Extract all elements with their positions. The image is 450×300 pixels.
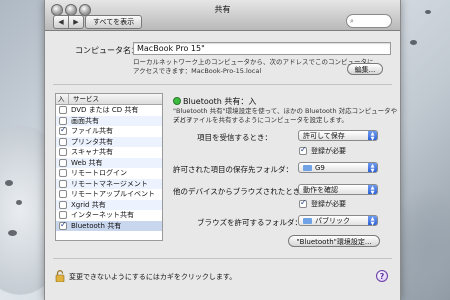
service-checkbox[interactable] — [59, 190, 67, 199]
list-item[interactable]: Bluetooth 共有 — [56, 220, 162, 231]
service-label: Bluetooth 共有 — [71, 221, 122, 230]
service-label: DVD または CD 共有 — [71, 106, 139, 115]
list-item[interactable]: リモートマネージメント — [56, 178, 162, 189]
help-icon[interactable]: ? — [376, 270, 388, 282]
folder-icon — [303, 165, 312, 171]
services-list-header: 入 サービス — [56, 94, 162, 105]
wallpaper-spot — [5, 180, 13, 186]
checkbox-checked-icon — [299, 198, 307, 208]
service-checkbox[interactable] — [59, 211, 67, 220]
list-item[interactable]: 画面共有 — [56, 115, 162, 126]
computer-name-field[interactable]: MacBook Pro 15" — [133, 42, 391, 55]
service-label: Web 共有 — [71, 158, 103, 167]
service-label: Xgrid 共有 — [71, 200, 106, 209]
search-icon: ⌕ — [350, 17, 354, 25]
service-checkbox[interactable] — [59, 125, 67, 136]
computer-name-label: コンピュータ名： — [75, 46, 139, 55]
save-folder-value: G9 — [315, 164, 325, 172]
divider — [53, 258, 392, 259]
window-title: 共有 — [214, 5, 231, 14]
service-checkbox[interactable] — [59, 106, 67, 115]
computer-address-line2: アクセスできます：MacBook-Pro-15.local — [133, 67, 262, 75]
bluetooth-preferences-button[interactable]: "Bluetooth"環境設定... — [288, 235, 380, 247]
service-checkbox[interactable] — [59, 158, 67, 167]
header-service[interactable]: サービス — [69, 94, 99, 104]
service-label: プリンタ共有 — [71, 137, 113, 146]
wallpaper-spot — [425, 10, 431, 14]
status-indicator-icon — [173, 97, 181, 105]
browse-folder-label: ブラウズを許可するフォルダ： — [197, 218, 302, 227]
browse-label: 他のデバイスからブラウズされたとき： — [173, 187, 308, 196]
list-item[interactable]: プリンタ共有 — [56, 136, 162, 147]
lock-message: 変更できないようにするにはカギをクリックします。 — [69, 273, 237, 281]
header-on[interactable]: 入 — [56, 94, 69, 104]
service-checkbox[interactable] — [59, 169, 67, 178]
service-label: リモートアップルイベント — [71, 190, 155, 199]
list-item[interactable]: スキャナ共有 — [56, 147, 162, 158]
service-label: リモートログイン — [71, 169, 127, 178]
save-folder-popup[interactable]: G9 ▲ ▼ — [298, 162, 378, 174]
lock-icon[interactable] — [55, 270, 65, 282]
service-checkbox[interactable] — [59, 116, 67, 125]
service-label: インターネット共有 — [71, 211, 134, 220]
list-item[interactable]: リモートアップルイベント — [56, 189, 162, 200]
service-checkbox[interactable] — [59, 200, 67, 209]
browse-popup-value: 動作を確認 — [303, 186, 338, 194]
edit-button[interactable]: 編集... — [347, 63, 383, 75]
list-item[interactable]: DVD または CD 共有 — [56, 105, 162, 116]
service-label: リモートマネージメント — [71, 179, 148, 188]
nav-buttons: ◀ ▶ — [53, 15, 84, 29]
bluetooth-desc-line2: スとファイルを共有するようにコンピュータを設定します。 — [173, 116, 348, 124]
service-checkbox[interactable] — [59, 137, 67, 146]
divider — [53, 84, 392, 85]
checkbox-checked-icon — [299, 145, 307, 155]
require-pairing-label: 登録が必要 — [311, 147, 346, 155]
list-item[interactable]: Web 共有 — [56, 157, 162, 168]
popup-arrow-icon: ▲ ▼ — [368, 131, 377, 142]
popup-arrow-icon: ▲ ▼ — [368, 185, 377, 196]
receive-popup[interactable]: 許可して保存 ▲ ▼ — [298, 130, 378, 142]
list-item[interactable]: ファイル共有 — [56, 125, 162, 137]
service-label: ファイル共有 — [71, 127, 113, 136]
back-button[interactable]: ◀ — [53, 15, 69, 29]
require-pairing-browse-label: 登録が必要 — [311, 200, 346, 208]
receive-popup-value: 許可して保存 — [303, 132, 345, 140]
browse-folder-value: パブリック — [315, 217, 350, 225]
save-folder-label: 許可された項目の保存先フォルダ： — [173, 165, 293, 174]
wallpaper-spot — [8, 230, 17, 236]
service-checkbox[interactable] — [59, 179, 67, 188]
title-bar: 共有 ◀ ▶ すべてを表示 ⌕ — [45, 0, 400, 31]
require-pairing-browse-checkbox[interactable]: 登録が必要 — [299, 198, 346, 209]
show-all-button[interactable]: すべてを表示 — [85, 15, 143, 29]
bluetooth-status: Bluetooth 共有：入 — [183, 97, 257, 106]
service-label: 画面共有 — [71, 116, 99, 125]
service-checkbox[interactable] — [59, 220, 67, 230]
folder-icon — [303, 218, 312, 224]
list-item[interactable]: リモートログイン — [56, 168, 162, 179]
popup-arrow-icon: ▲ ▼ — [368, 216, 377, 227]
service-checkbox[interactable] — [59, 148, 67, 157]
computer-address-line1: ローカルネットワーク上のコンピュータから、次のアドレスでこのコンピュータに — [133, 58, 374, 66]
search-field[interactable]: ⌕ — [346, 14, 392, 28]
popup-arrow-icon: ▲ ▼ — [368, 163, 377, 174]
browse-popup[interactable]: 動作を確認 ▲ ▼ — [298, 184, 378, 196]
services-list: 入 サービス DVD または CD 共有画面共有ファイル共有プリンタ共有スキャナ… — [55, 93, 163, 241]
wallpaper-spot — [16, 200, 22, 205]
sharing-window: 共有 ◀ ▶ すべてを表示 ⌕ コンピュータ名： MacBook Pro 15"… — [44, 0, 401, 300]
browse-folder-popup[interactable]: パブリック ▲ ▼ — [298, 215, 378, 227]
forward-button[interactable]: ▶ — [69, 15, 84, 29]
service-label: スキャナ共有 — [71, 148, 113, 157]
list-item[interactable]: インターネット共有 — [56, 210, 162, 221]
wallpaper-spot — [410, 40, 417, 45]
receive-label: 項目を受信するとき： — [197, 133, 272, 142]
require-pairing-checkbox[interactable]: 登録が必要 — [299, 145, 346, 156]
list-item[interactable]: Xgrid 共有 — [56, 199, 162, 210]
